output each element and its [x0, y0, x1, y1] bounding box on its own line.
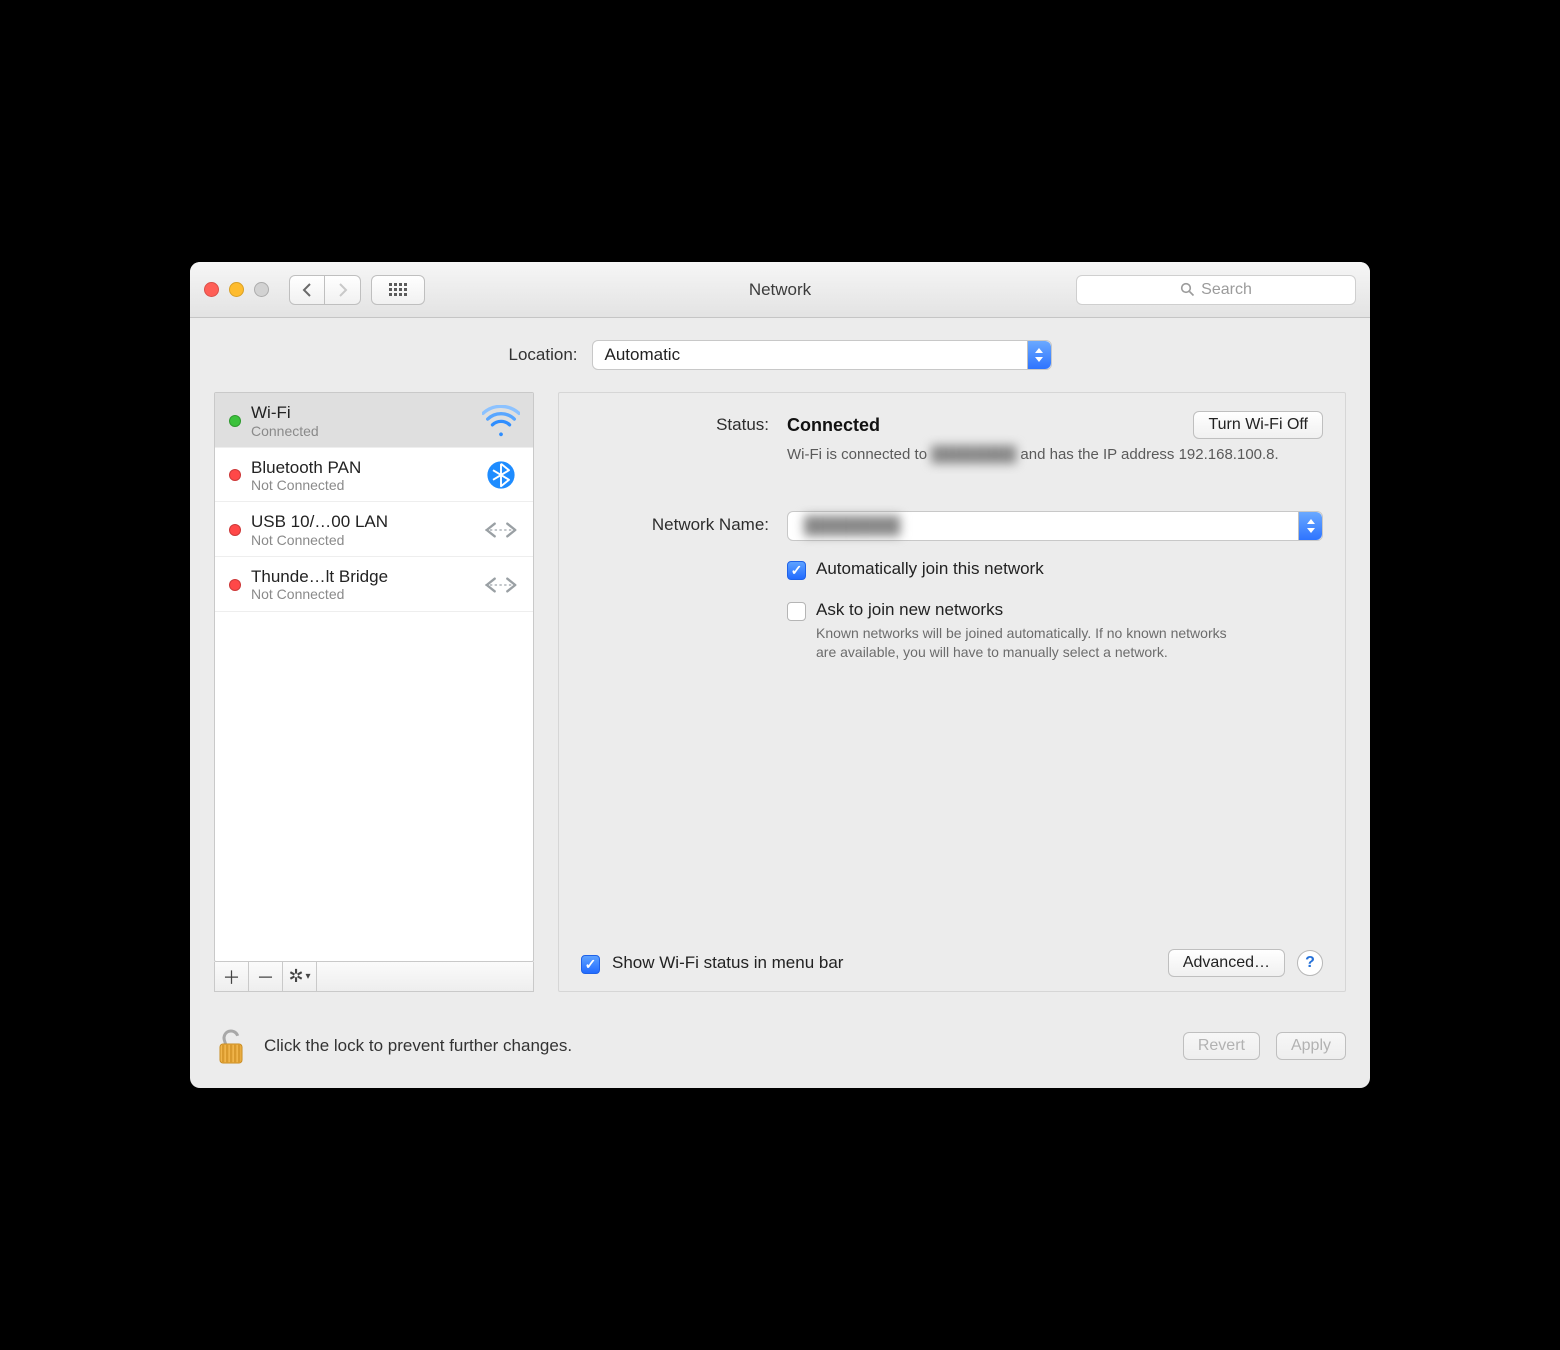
location-select[interactable]: Automatic: [592, 340, 1052, 370]
service-name: Wi-Fi: [251, 403, 471, 423]
ask-join-checkbox[interactable]: [787, 602, 806, 621]
ask-join-label: Ask to join new networks: [816, 600, 1246, 620]
service-item-thunderbolt-bridge[interactable]: Thunde…lt Bridge Not Connected: [215, 557, 533, 612]
location-row: Location: Automatic: [214, 340, 1346, 370]
network-name-label: Network Name:: [581, 511, 769, 662]
titlebar: Network Search: [190, 262, 1370, 318]
revert-button[interactable]: Revert: [1183, 1032, 1260, 1060]
status-label: Status:: [581, 411, 769, 465]
ask-join-help: Known networks will be joined automatica…: [816, 624, 1246, 662]
service-name: Bluetooth PAN: [251, 458, 471, 478]
redacted-ssid: ████████: [931, 445, 1016, 465]
status-dot-icon: [229, 579, 241, 591]
service-name: USB 10/…00 LAN: [251, 512, 471, 532]
service-status: Not Connected: [251, 532, 471, 548]
remove-service-button[interactable]: －: [249, 962, 283, 991]
location-value: Automatic: [605, 345, 681, 365]
footer: Click the lock to prevent further change…: [190, 1012, 1370, 1088]
service-status: Not Connected: [251, 477, 471, 493]
chevron-up-down-icon: [1027, 341, 1051, 369]
service-name: Thunde…lt Bridge: [251, 567, 471, 587]
network-prefs-window: Network Search Location: Automatic: [190, 262, 1370, 1088]
service-list: Wi-Fi Connected Bluetooth PAN Not Connec…: [214, 392, 534, 962]
service-item-usb-lan[interactable]: USB 10/…00 LAN Not Connected: [215, 502, 533, 557]
wifi-toggle-button[interactable]: Turn Wi-Fi Off: [1193, 411, 1323, 439]
nav-buttons: [289, 275, 361, 305]
status-dot-icon: [229, 524, 241, 536]
apply-button[interactable]: Apply: [1276, 1032, 1346, 1060]
network-name-value: ████████: [800, 516, 900, 536]
auto-join-checkbox[interactable]: [787, 561, 806, 580]
add-service-button[interactable]: ＋: [215, 962, 249, 991]
advanced-button[interactable]: Advanced…: [1168, 949, 1285, 977]
chevron-left-icon: [301, 283, 313, 297]
service-item-bluetooth-pan[interactable]: Bluetooth PAN Not Connected: [215, 448, 533, 503]
search-icon: [1180, 282, 1195, 297]
unlocked-lock-icon[interactable]: [214, 1026, 248, 1066]
show-all-button[interactable]: [371, 275, 425, 305]
status-dot-icon: [229, 469, 241, 481]
grid-icon: [389, 283, 407, 296]
ethernet-icon: [481, 513, 521, 547]
gear-icon: ✲: [288, 966, 303, 987]
back-button[interactable]: [289, 275, 325, 305]
lock-text: Click the lock to prevent further change…: [264, 1036, 572, 1056]
show-status-checkbox[interactable]: [581, 955, 600, 974]
close-window-button[interactable]: [204, 282, 219, 297]
search-field[interactable]: Search: [1076, 275, 1356, 305]
service-item-wifi[interactable]: Wi-Fi Connected: [215, 393, 533, 448]
chevron-up-down-icon: [1298, 512, 1322, 540]
location-label: Location:: [509, 345, 578, 365]
chevron-right-icon: [337, 283, 349, 297]
minimize-window-button[interactable]: [229, 282, 244, 297]
detail-pane: Status: Connected Turn Wi-Fi Off Wi-Fi i…: [558, 392, 1346, 992]
service-status: Connected: [251, 423, 471, 439]
window-controls: [204, 282, 269, 297]
bluetooth-icon: [481, 458, 521, 492]
service-actions-button[interactable]: ✲▾: [283, 962, 317, 991]
zoom-window-button[interactable]: [254, 282, 269, 297]
status-dot-icon: [229, 415, 241, 427]
forward-button[interactable]: [325, 275, 361, 305]
ethernet-icon: [481, 568, 521, 602]
status-value: Connected: [787, 415, 880, 436]
service-sidebar: Wi-Fi Connected Bluetooth PAN Not Connec…: [214, 392, 534, 992]
service-status: Not Connected: [251, 586, 471, 602]
auto-join-label: Automatically join this network: [816, 559, 1044, 579]
help-button[interactable]: ?: [1297, 950, 1323, 976]
service-toolbar: ＋ － ✲▾: [214, 962, 534, 992]
show-status-label: Show Wi-Fi status in menu bar: [612, 953, 843, 973]
wifi-icon: [481, 404, 521, 438]
network-name-select[interactable]: ████████: [787, 511, 1323, 541]
search-placeholder: Search: [1201, 281, 1252, 299]
status-description: Wi-Fi is connected to ████████ and has t…: [787, 445, 1323, 465]
